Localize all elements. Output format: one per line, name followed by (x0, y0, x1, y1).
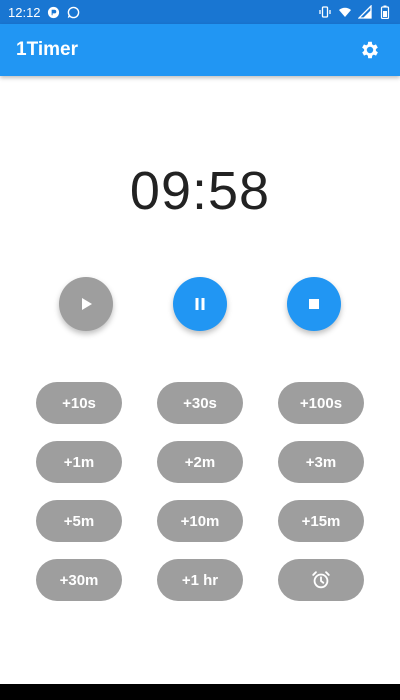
app-title: 1Timer (16, 39, 78, 60)
add-10m-button[interactable]: +10m (157, 500, 243, 542)
vibrate-icon (318, 5, 332, 19)
status-time: 12:12 (8, 4, 41, 20)
status-bar: 12:12 (0, 0, 400, 24)
add-1hr-button[interactable]: +1 hr (157, 559, 243, 601)
pause-button[interactable] (173, 277, 227, 331)
wifi-icon (338, 5, 352, 19)
timer-display: 09:58 (129, 161, 271, 221)
app-notification-icon (47, 5, 61, 19)
add-3m-button[interactable]: +3m (278, 441, 364, 483)
add-15m-button[interactable]: +15m (278, 500, 364, 542)
add-1m-button[interactable]: +1m (36, 441, 122, 483)
battery-icon (378, 5, 392, 19)
add-5m-button[interactable]: +5m (36, 500, 122, 542)
add-100s-button[interactable]: +100s (278, 382, 364, 424)
add-30s-button[interactable]: +30s (157, 382, 243, 424)
gear-icon (362, 41, 378, 59)
add-30m-button[interactable]: +30m (36, 559, 122, 601)
stop-button[interactable] (287, 277, 341, 331)
app-bar: 1Timer (0, 24, 400, 76)
settings-button[interactable] (356, 36, 384, 64)
alarm-button[interactable] (278, 559, 364, 601)
alarm-clock-icon (312, 571, 330, 589)
add-10s-button[interactable]: +10s (36, 382, 122, 424)
pause-icon (195, 298, 205, 310)
add-2m-button[interactable]: +2m (157, 441, 243, 483)
signal-icon (358, 5, 372, 19)
play-button[interactable] (59, 277, 113, 331)
whatsapp-icon (67, 5, 81, 19)
play-icon (82, 298, 92, 310)
stop-icon (309, 299, 319, 309)
system-nav-bar (0, 684, 400, 700)
